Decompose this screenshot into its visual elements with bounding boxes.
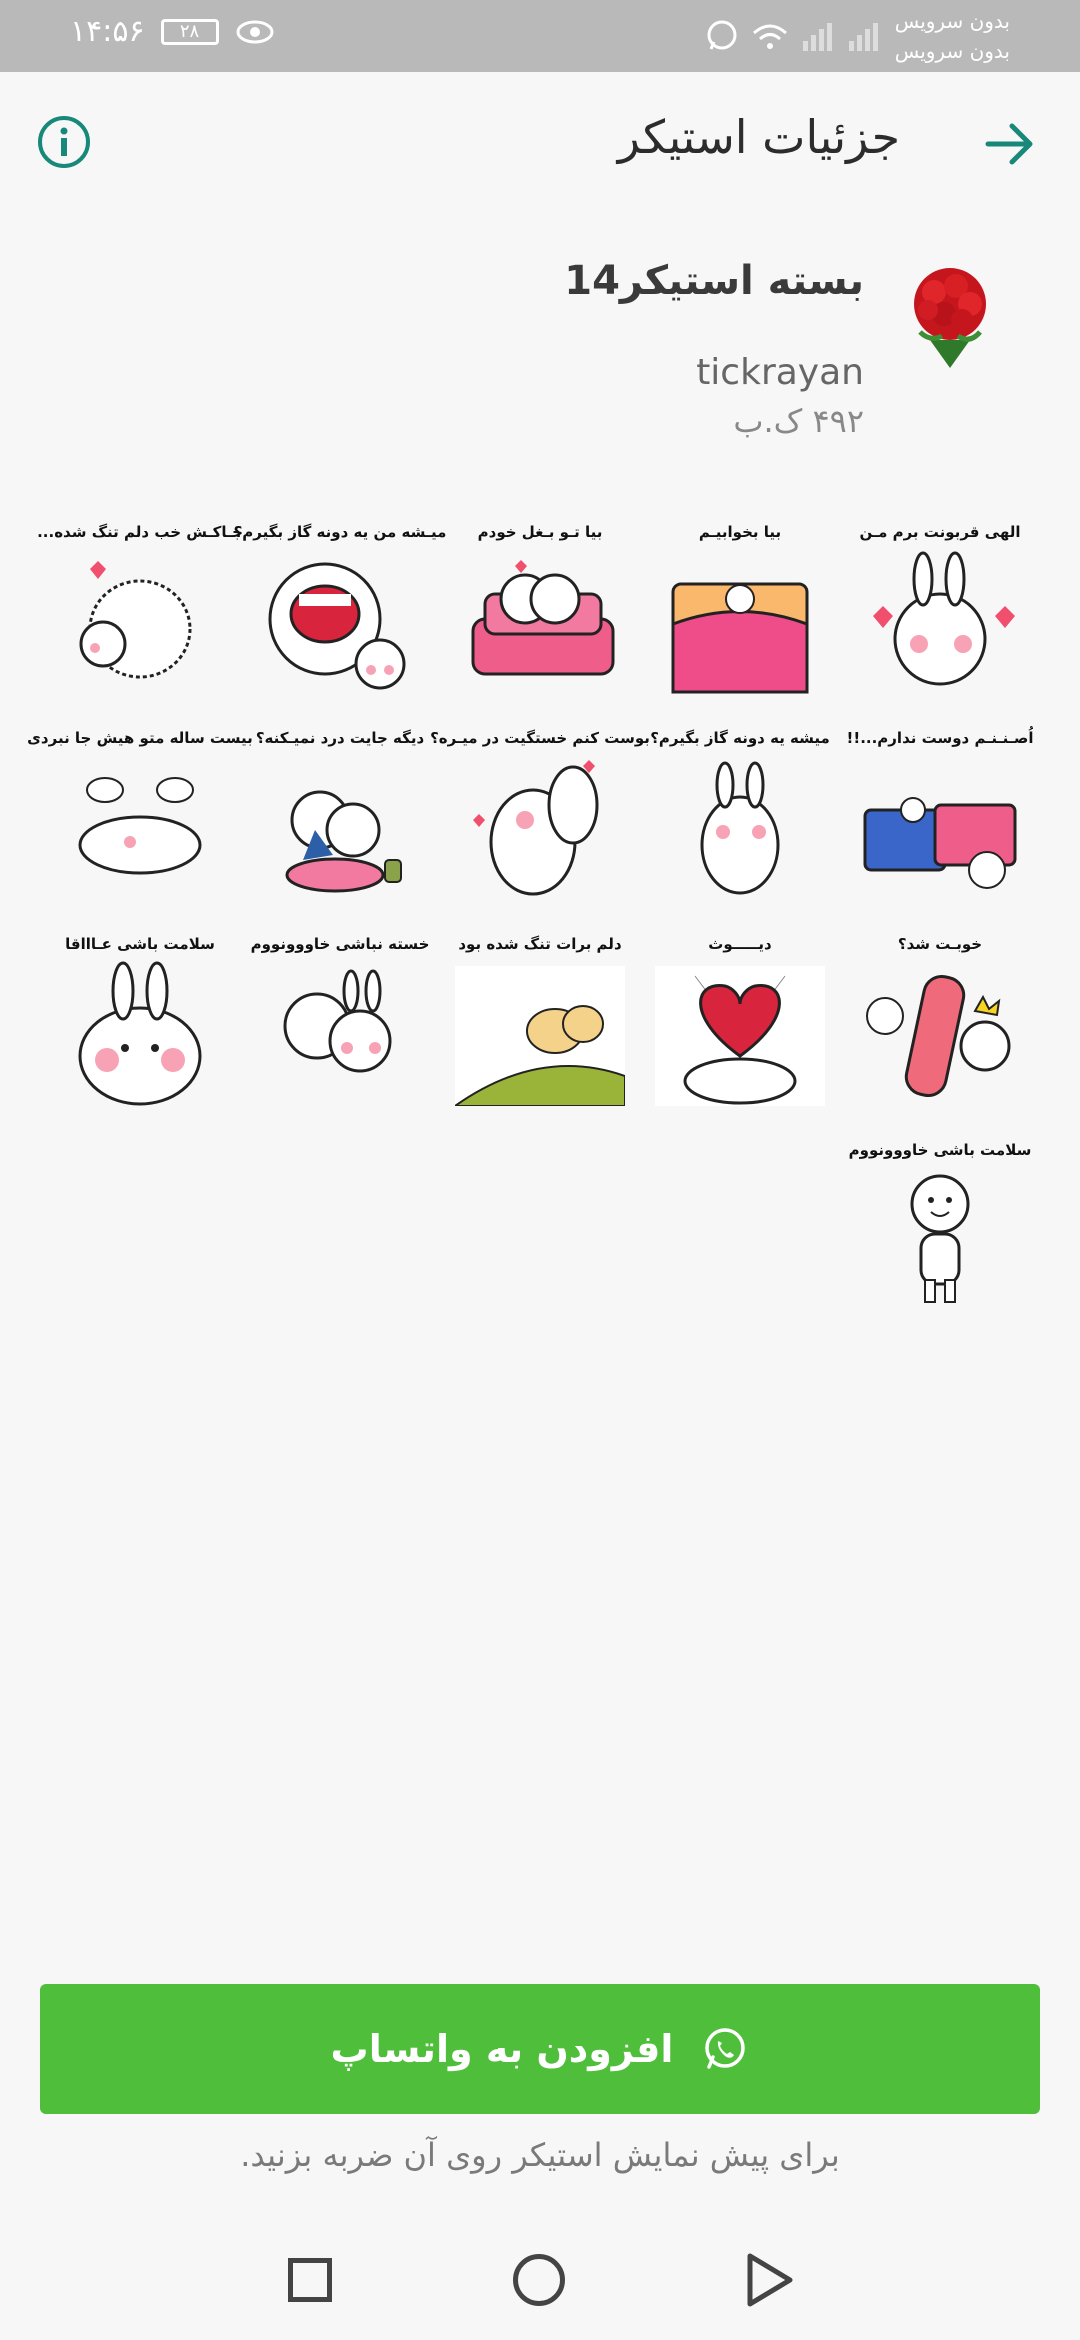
pack-header: بسته استیکر14 tickrayan ۴۹۲ ک.ب bbox=[0, 240, 1080, 460]
sticker-grid: الهی قربونت برم مـن بیا بخوابیـم بیا تـو ب… bbox=[27, 520, 1040, 1314]
sticker-mouth-bite[interactable]: میـشه من یه دونه گاز بگیرم؟ bbox=[234, 520, 446, 696]
sticker-image bbox=[471, 560, 615, 676]
sticker-caption: سلامت باشی عـاااقا bbox=[65, 935, 215, 953]
square-icon[interactable] bbox=[288, 2258, 332, 2302]
sticker-caption: بیست ساله متو هیش جا نبردی bbox=[27, 729, 253, 747]
whatsapp-icon bbox=[705, 2028, 746, 2069]
sticker-image bbox=[473, 760, 599, 896]
add-to-whatsapp-button[interactable]: افزودن به واتساپ bbox=[40, 1984, 1040, 2114]
sticker-image bbox=[285, 790, 402, 893]
sticker-bunny-bed[interactable]: بیا بخوابیـم bbox=[640, 520, 840, 696]
sticker-image bbox=[78, 961, 202, 1106]
sticker-caption: دلم برات تنگ شده بود bbox=[458, 935, 622, 953]
sticker-image bbox=[873, 551, 1015, 686]
info-icon[interactable] bbox=[36, 114, 92, 170]
status-right: بدون سرویس بدون سرویس bbox=[705, 6, 1010, 66]
sticker-caption: بیا تـو بـغل خودم bbox=[477, 523, 603, 541]
sticker-bunny-sofa[interactable]: بیا تـو بـغل خودم bbox=[440, 520, 640, 696]
sticker-caption: میـشه من یه دونه گاز بگیرم؟ bbox=[233, 523, 447, 541]
status-bar: ۱۴:۵۶ ۲۸ بدون سرویس بدون سرویس bbox=[0, 0, 1080, 72]
sticker-caption: جـاکـش خب دلم تنگ شده... bbox=[37, 523, 243, 541]
arrow-right-icon[interactable] bbox=[980, 114, 1040, 174]
sticker-image bbox=[455, 966, 625, 1106]
sticker-caption: الهی قربونت برم مـن bbox=[859, 523, 1021, 541]
pack-author: tickrayan bbox=[696, 352, 864, 393]
app-bar: جزئیات استیکر bbox=[0, 72, 1080, 212]
sticker-slap[interactable]: خوبـت شد؟ bbox=[840, 932, 1040, 1108]
page-title: جزئیات استیکر bbox=[617, 110, 900, 164]
sticker-beds[interactable]: اُصـنـنـم دوست ندارم...!! bbox=[840, 726, 1040, 902]
sticker-caption: بوست کنم خستگیت در میـره؟ bbox=[430, 729, 650, 747]
sticker-caption: میشه یه دونه گاز بگیرم؟ bbox=[650, 729, 830, 747]
sticker-caption: بیا بخوابیـم bbox=[698, 523, 782, 541]
status-time: ۱۴:۵۶ bbox=[70, 14, 145, 49]
signal-icon-2 bbox=[848, 23, 878, 51]
sticker-caption: دیگه جایت درد نمیـکنه؟ bbox=[255, 729, 425, 747]
sticker-image bbox=[268, 562, 406, 690]
status-left: ۱۴:۵۶ ۲۸ bbox=[70, 14, 275, 49]
carrier-labels: بدون سرویس بدون سرویس bbox=[895, 6, 1010, 66]
sticker-caption: سلامت باشی خاووونووم bbox=[848, 1141, 1032, 1159]
sticker-hug-two[interactable]: خسته نباشی خاووونووم bbox=[240, 932, 440, 1108]
sticker-image bbox=[79, 561, 192, 679]
sticker-caption: اُصـنـنـم دوست ندارم...!! bbox=[846, 729, 1034, 747]
wifi-icon bbox=[752, 24, 787, 49]
sticker-bunny-hearts[interactable]: الهی قربونت برم مـن bbox=[840, 520, 1040, 696]
sticker-image bbox=[78, 777, 202, 875]
sticker-bunny-kiss[interactable]: بوست کنم خستگیت در میـره؟ bbox=[430, 726, 650, 902]
battery-icon: ۲۸ bbox=[160, 18, 219, 45]
sticker-image bbox=[910, 1174, 970, 1303]
carrier-2: بدون سرویس bbox=[894, 39, 1010, 63]
sticker-image bbox=[863, 797, 1017, 889]
sticker-image bbox=[655, 966, 825, 1106]
circle-icon[interactable] bbox=[513, 2254, 565, 2306]
sticker-bunny-hill[interactable]: دلم برات تنگ شده بود bbox=[440, 932, 640, 1108]
eye-icon bbox=[236, 20, 274, 43]
carrier-1: بدون سرویس bbox=[894, 9, 1010, 33]
sticker-caption: خوبـت شد؟ bbox=[897, 935, 983, 953]
pack-tray-icon bbox=[914, 268, 986, 368]
add-button-label: افزودن به واتساپ bbox=[330, 2027, 674, 2071]
triangle-back-icon[interactable] bbox=[744, 2252, 794, 2308]
sticker-bunny-cushion[interactable]: دیگه جایت درد نمیـکنه؟ bbox=[240, 726, 440, 902]
sticker-guy-stand[interactable]: سلامت باشی خاووونووم bbox=[840, 1138, 1040, 1314]
sticker-caption: دیـــــوث bbox=[708, 935, 772, 953]
sticker-bunny-lying[interactable]: بیست ساله متو هیش جا نبردی bbox=[27, 726, 253, 902]
whatsapp-notification-icon bbox=[707, 20, 737, 50]
pack-name: بسته استیکر14 bbox=[564, 258, 864, 304]
sticker-image bbox=[671, 582, 809, 694]
signal-icon bbox=[802, 23, 832, 51]
sticker-bunny-face[interactable]: سلامت باشی عـاااقا bbox=[40, 932, 240, 1108]
sticker-image bbox=[866, 975, 1011, 1097]
system-nav-bar bbox=[0, 2220, 1080, 2340]
sticker-hug-pillow[interactable]: جـاکـش خب دلم تنگ شده... bbox=[37, 520, 243, 696]
sticker-heart-big[interactable]: دیـــــوث bbox=[640, 932, 840, 1108]
sticker-caption: خسته نباشی خاووونووم bbox=[250, 935, 430, 953]
preview-hint: برای پیش نمایش استیکر روی آن ضربه بزنید. bbox=[240, 2136, 840, 2174]
sticker-image bbox=[700, 761, 780, 895]
sticker-image bbox=[283, 969, 392, 1073]
pack-size: ۴۹۲ ک.ب bbox=[733, 402, 864, 440]
sticker-bunny-shy[interactable]: میشه یه دونه گاز بگیرم؟ bbox=[640, 726, 840, 902]
